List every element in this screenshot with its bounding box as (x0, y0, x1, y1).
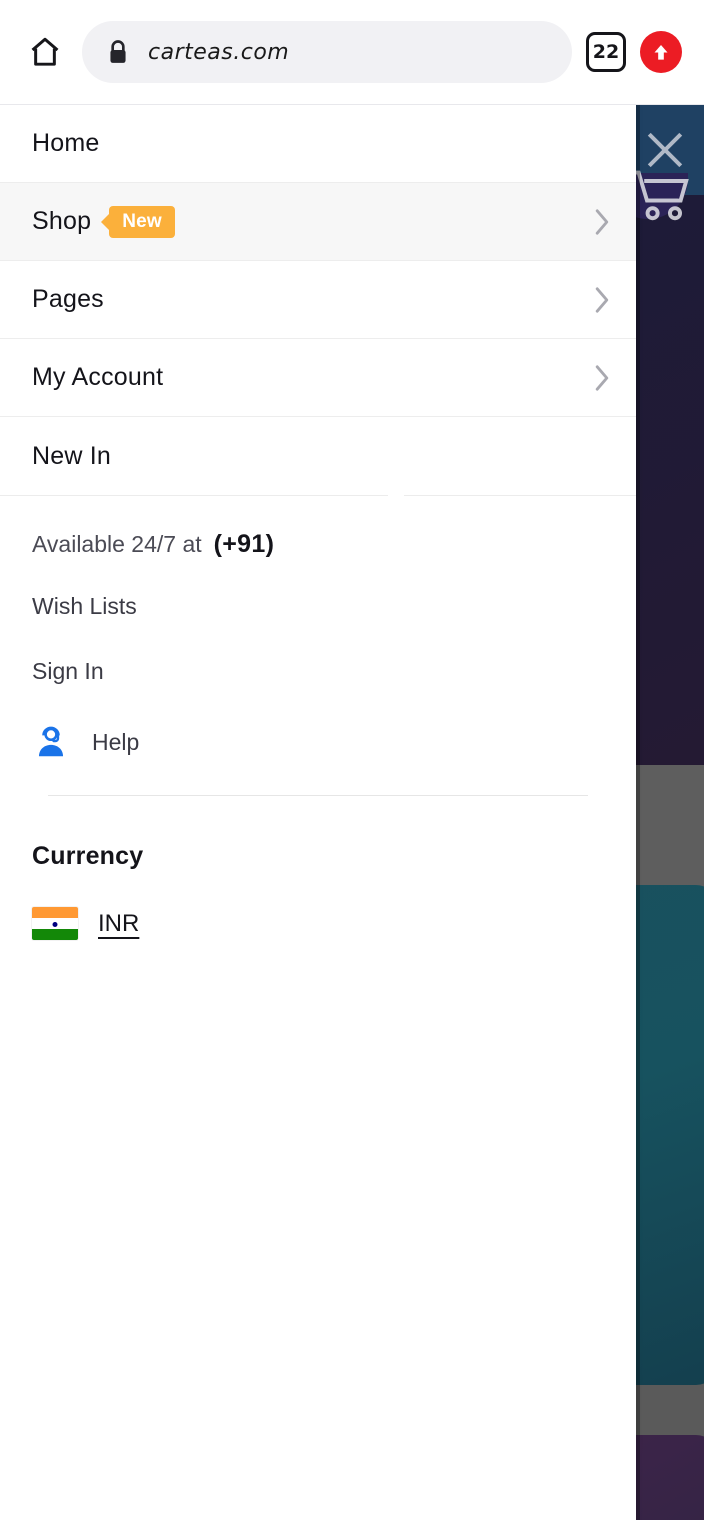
availability-phone[interactable]: (+91) (214, 530, 275, 559)
new-badge: New (109, 205, 175, 238)
nav-item-pages[interactable]: Pages (0, 261, 636, 339)
currency-section: Currency INR (0, 796, 636, 940)
url-bar[interactable]: carteas.com (82, 21, 572, 83)
nav-item-new-in[interactable]: New In (0, 417, 636, 495)
home-icon[interactable] (22, 29, 68, 75)
tab-counter-button[interactable]: 22 (586, 32, 626, 72)
chevron-right-icon[interactable] (592, 206, 612, 238)
url-text: carteas.com (148, 39, 290, 65)
navigation-drawer: Home Shop New Pages My Account New In Av… (0, 105, 636, 1520)
currency-heading: Currency (32, 842, 144, 870)
nav-item-label: My Account (32, 363, 164, 391)
link-help[interactable]: Help (32, 723, 604, 761)
browser-toolbar: carteas.com 22 (0, 0, 704, 105)
nav-item-label: New In (32, 441, 112, 470)
tab-count-value: 22 (592, 41, 620, 63)
screen: Lor × OFF % Home Shop New (0, 0, 704, 1520)
nav-item-label: Shop (32, 207, 92, 235)
chevron-right-icon[interactable] (592, 362, 612, 394)
availability-row: Available 24/7 at (+91) (32, 530, 604, 559)
currency-code[interactable]: INR (98, 910, 139, 938)
support-agent-icon (38, 726, 64, 757)
link-sign-in[interactable]: Sign In (32, 658, 604, 685)
section-divider (0, 495, 636, 496)
help-label: Help (92, 728, 140, 755)
arrow-up-circle-icon (654, 44, 668, 60)
nav-item-my-account[interactable]: My Account (0, 339, 636, 417)
link-wish-lists[interactable]: Wish Lists (32, 593, 604, 620)
chevron-right-icon[interactable] (592, 284, 612, 316)
nav-item-label: Pages (32, 285, 104, 313)
lock-icon (110, 40, 126, 63)
currency-selector[interactable]: INR (32, 907, 604, 940)
nav-item-label: Home (32, 129, 100, 157)
update-button[interactable] (640, 31, 682, 73)
india-flag-icon (32, 907, 78, 940)
nav-item-shop[interactable]: Shop New (0, 183, 636, 261)
nav-item-home[interactable]: Home (0, 105, 636, 183)
primary-nav-list: Home Shop New Pages My Account New In (0, 105, 636, 496)
secondary-links-section: Available 24/7 at (+91) Wish Lists Sign … (0, 496, 636, 796)
availability-label: Available 24/7 at (32, 531, 202, 557)
